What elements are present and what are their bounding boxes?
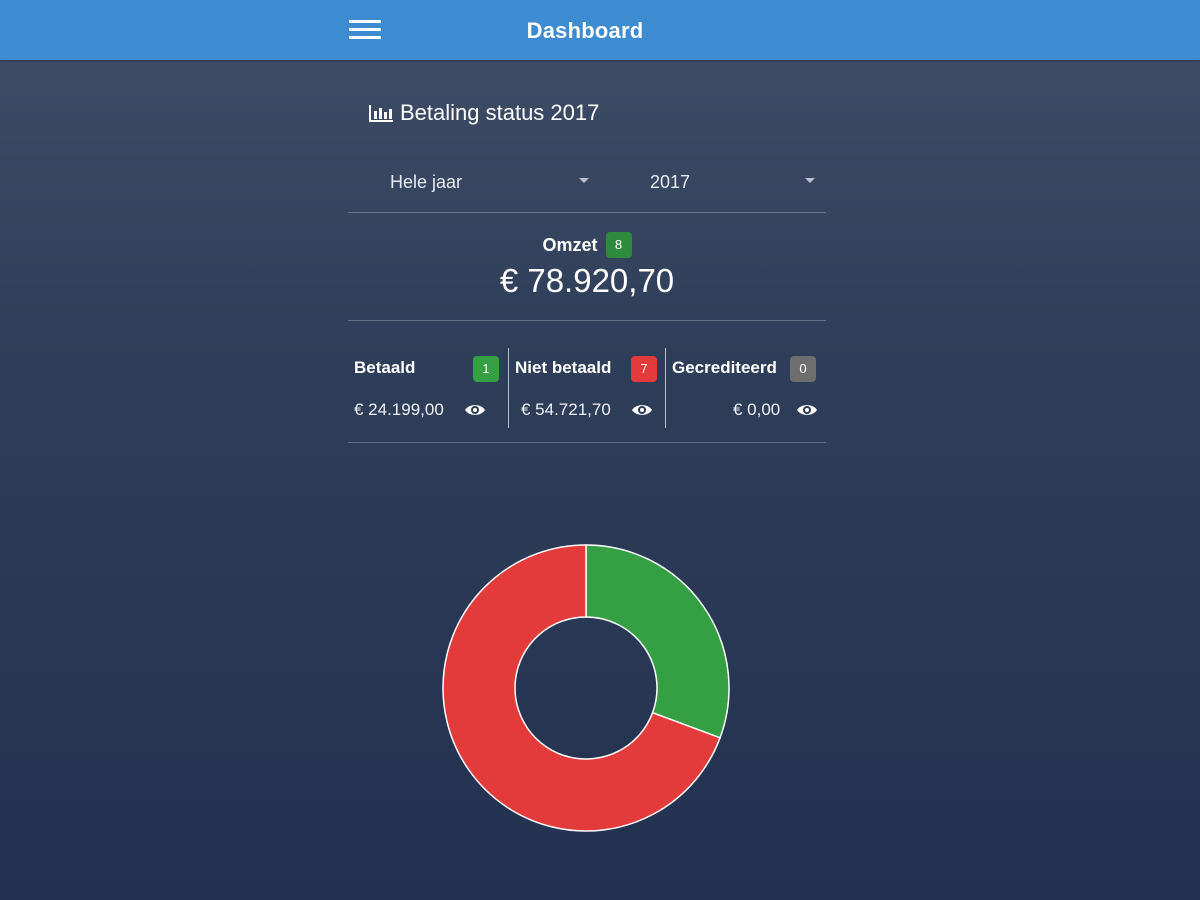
dropdown-caret-icon [805,178,815,183]
donut-chart [442,544,730,832]
eye-icon[interactable] [464,402,486,418]
eye-icon[interactable] [631,402,653,418]
hamburger-menu-icon[interactable] [345,17,385,43]
status-betaald: Betaald 1 € 24.199,00 [354,352,502,430]
menu-line [349,20,381,23]
status-niet-betaald: Niet betaald 7 € 54.721,70 [515,352,660,430]
omzet-amount: € 78.920,70 [499,262,675,299]
app-bar: Dashboard [0,0,1200,60]
bar-chart-icon [369,105,393,122]
section-title: Betaling status 2017 [400,100,600,125]
status-count-badge: 7 [631,356,657,382]
page-title: Dashboard [526,18,644,43]
status-count-badge: 1 [473,356,499,382]
divider [348,212,826,213]
omzet-count-badge: 8 [605,232,632,258]
status-amount: € 54.721,70 [521,400,611,419]
column-separator [508,348,509,428]
menu-line [349,28,381,31]
period-select[interactable]: Hele jaar [390,168,600,198]
menu-line [349,36,381,39]
status-label: Niet betaald [515,358,612,377]
omzet-header: Omzet 8 [348,232,826,258]
status-gecrediteerd: Gecrediteerd 0 € 0,00 [672,352,820,430]
status-label: Betaald [354,358,416,377]
status-amount: € 0,00 [733,400,781,419]
year-select-value: 2017 [650,172,691,192]
status-amount: € 24.199,00 [354,400,444,419]
omzet-label: Omzet [542,234,598,255]
dropdown-caret-icon [579,178,589,183]
status-count-badge: 0 [790,356,816,382]
divider [348,442,826,443]
year-select[interactable]: 2017 [650,168,820,198]
eye-icon[interactable] [796,402,818,418]
donut-slice-betaald[interactable] [585,544,730,739]
section-header: Betaling status 2017 [368,100,599,126]
status-label: Gecrediteerd [672,358,777,377]
period-select-value: Hele jaar [390,172,463,192]
divider [348,320,826,321]
column-separator [665,348,666,428]
